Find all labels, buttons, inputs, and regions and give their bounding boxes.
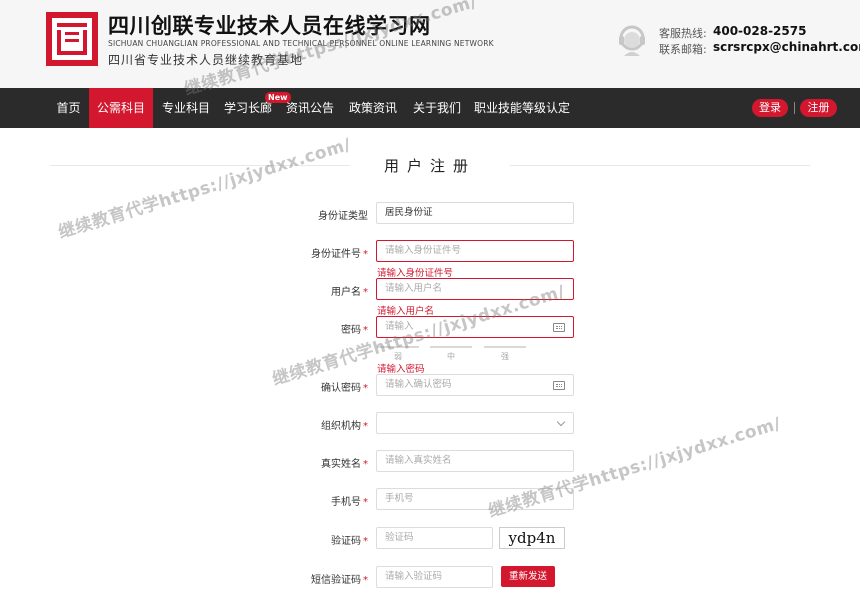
id-type-select[interactable]: 居民身份证: [376, 202, 574, 224]
page-title: 用户注册: [383, 157, 476, 175]
strength-bar-strong: [484, 346, 526, 348]
site-subtitle: 四川省专业技术人员继续教育基地: [108, 53, 304, 67]
nav-item-news[interactable]: 资讯公告: [282, 88, 338, 128]
id-number-input[interactable]: 请输入身份证件号: [376, 240, 574, 262]
chevron-down-icon: [556, 417, 566, 427]
confirm-password-label: 确认密码 *: [321, 383, 368, 394]
phone-label: 手机号 *: [331, 497, 368, 508]
sms-code-input[interactable]: 请输入验证码: [376, 566, 493, 588]
captcha-image[interactable]: ydp4n: [499, 527, 565, 549]
phone-input[interactable]: 手机号: [376, 488, 574, 510]
customer-service-icon: [619, 25, 645, 56]
nav-divider: [794, 102, 795, 114]
id-type-label: 身份证类型: [318, 211, 368, 222]
username-label: 用户名 *: [331, 287, 368, 298]
site-title-en: SICHUAN CHUANGLIAN PROFESSIONAL AND TECH…: [108, 39, 494, 48]
username-error: 请输入用户名: [377, 306, 435, 317]
email-label: 联系邮箱:: [659, 43, 707, 56]
password-label: 密码 *: [341, 325, 368, 336]
watermark: 继续教育代学https://jxjydxx.com/: [56, 134, 354, 243]
captcha-input[interactable]: 验证码: [376, 527, 493, 549]
real-name-label: 真实姓名 *: [321, 459, 368, 470]
nav-item-policy[interactable]: 政策资讯: [346, 88, 400, 128]
email-value: scrsrcpx@chinahrt.com: [713, 40, 860, 54]
hotline-value: 400-028-2575: [713, 24, 807, 38]
nav-item-professional-courses[interactable]: 专业科目: [157, 88, 215, 128]
password-error: 请输入密码: [377, 364, 425, 375]
login-button[interactable]: 登录: [752, 99, 788, 117]
username-input[interactable]: 请输入用户名: [376, 278, 574, 300]
site-header: 四川创联专业技术人员在线学习网 SICHUAN CHUANGLIAN PROFE…: [0, 0, 860, 88]
nav-item-home[interactable]: 首页: [50, 88, 87, 128]
keyboard-icon[interactable]: [553, 323, 565, 332]
strength-bar-medium: [430, 346, 472, 348]
nav-item-public-courses[interactable]: 公需科目: [89, 88, 153, 128]
sms-code-label: 短信验证码 *: [311, 575, 368, 586]
keyboard-icon[interactable]: [553, 381, 565, 390]
nav-item-about[interactable]: 关于我们: [410, 88, 464, 128]
confirm-password-input[interactable]: 请输入确认密码: [376, 374, 574, 396]
id-number-label: 身份证件号 *: [311, 249, 368, 260]
resend-sms-button[interactable]: 重新发送: [501, 566, 555, 587]
password-input[interactable]: 请输入: [376, 316, 574, 338]
site-logo-icon: [46, 12, 98, 66]
hotline-label: 客服热线:: [659, 27, 707, 40]
organization-select[interactable]: [376, 412, 574, 434]
site-title: 四川创联专业技术人员在线学习网: [108, 14, 431, 38]
organization-label: 组织机构 *: [321, 421, 368, 432]
strength-label-medium: 中: [447, 352, 455, 361]
nav-item-skill-certification[interactable]: 职业技能等级认定: [474, 88, 570, 128]
captcha-label: 验证码 *: [331, 536, 368, 547]
real-name-input[interactable]: 请输入真实姓名: [376, 450, 574, 472]
strength-bar-weak: [377, 346, 419, 348]
id-number-error: 请输入身份证件号: [377, 268, 454, 279]
register-button[interactable]: 注册: [800, 99, 837, 117]
strength-label-strong: 强: [501, 352, 509, 361]
